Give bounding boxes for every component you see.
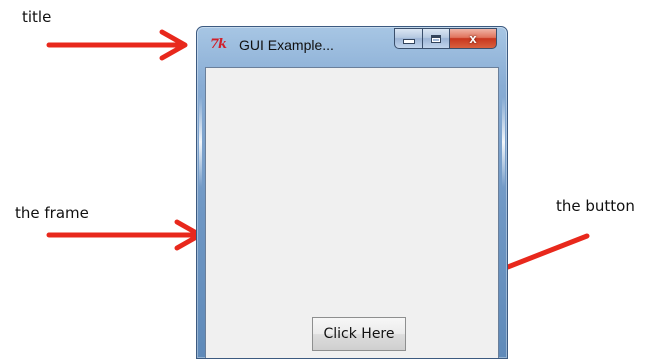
minimize-button[interactable] [394, 28, 423, 49]
click-here-button[interactable]: Click Here [312, 317, 406, 351]
gui-example-window: 7k GUI Example... x Click Here [196, 26, 508, 359]
tk-feather-icon[interactable]: 7k [210, 37, 227, 52]
window-edge-highlight-left [199, 97, 202, 187]
arrow-to-title-icon [46, 29, 188, 61]
window-titlebar[interactable]: 7k GUI Example... x [197, 27, 507, 67]
maximize-icon [431, 34, 441, 43]
caption-buttons: x [394, 28, 497, 49]
close-icon: x [469, 31, 477, 46]
close-button[interactable]: x [450, 28, 497, 49]
window-edge-highlight-right [502, 97, 505, 187]
window-title: GUI Example... [239, 37, 334, 53]
window-frame: Click Here [205, 67, 499, 358]
maximize-button[interactable] [423, 28, 450, 49]
arrow-to-frame-icon [46, 219, 203, 251]
minimize-icon [402, 39, 415, 44]
